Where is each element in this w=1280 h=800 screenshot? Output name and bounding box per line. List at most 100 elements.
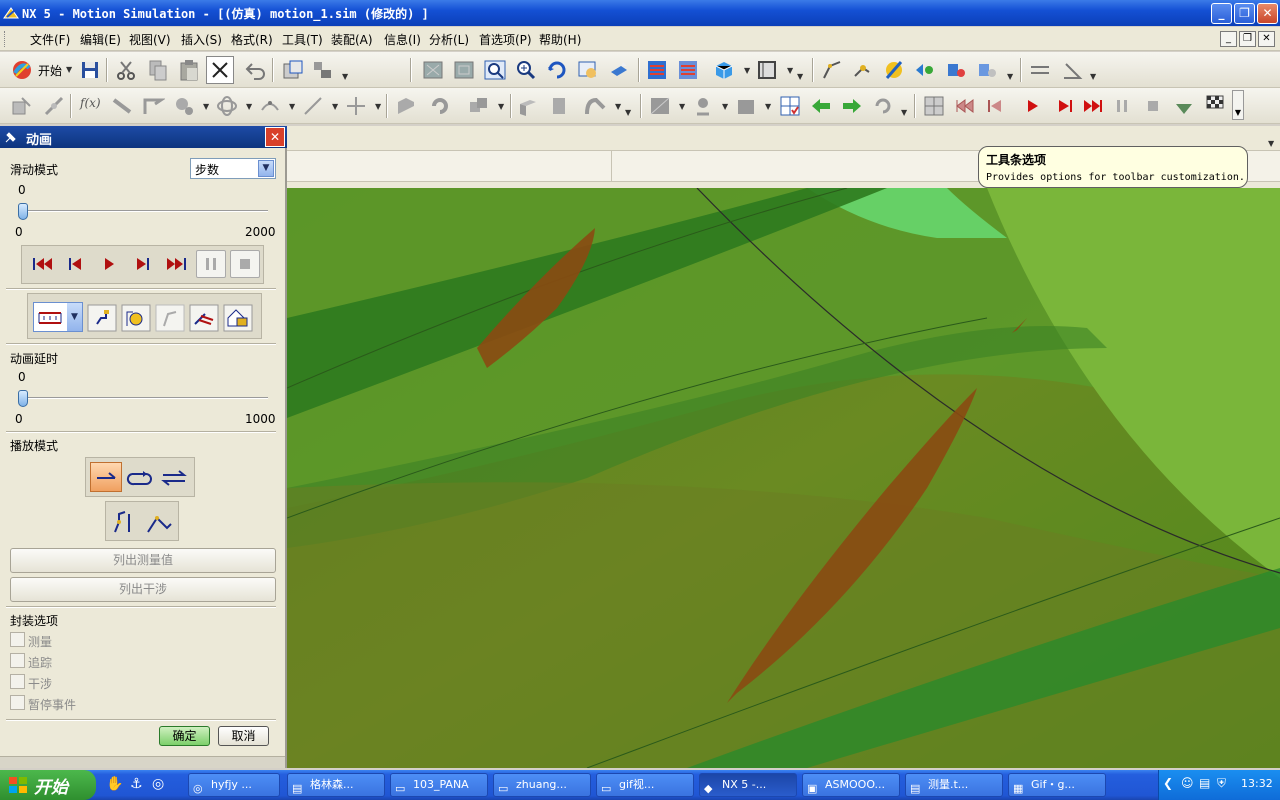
start-button[interactable]: 开始 — [0, 770, 96, 800]
link-icon[interactable] — [42, 94, 66, 118]
revolve-icon[interactable] — [428, 94, 452, 118]
motion-body-icon[interactable] — [820, 58, 844, 82]
task-gelinsen[interactable]: ▤ 格林森... — [287, 773, 385, 797]
quick-launch-icon[interactable]: ⚓ — [130, 776, 143, 792]
list-measurements-button[interactable]: 列出测量值 — [10, 548, 276, 573]
chevron-down-icon[interactable]: ▼ — [722, 102, 728, 111]
solution-icon[interactable] — [975, 58, 999, 82]
task-gif[interactable]: ▦ Gif・g... — [1008, 773, 1106, 797]
object-display-icon[interactable] — [311, 58, 335, 82]
arrow-left-icon[interactable] — [809, 94, 833, 118]
chevron-down-icon[interactable]: ▼ — [67, 303, 82, 331]
play-icon[interactable] — [94, 250, 124, 278]
menu-file[interactable]: 文件(F) — [30, 31, 70, 48]
toolbar-options-button[interactable]: ▼ — [1232, 90, 1244, 120]
task-measure-txt[interactable]: ▤ 测量.t... — [905, 773, 1003, 797]
copy-icon[interactable] — [146, 58, 170, 82]
play-icon[interactable] — [1020, 94, 1044, 118]
design-position-icon[interactable] — [111, 508, 139, 536]
rotate-icon[interactable] — [545, 58, 569, 82]
play-once-button[interactable] — [90, 462, 122, 492]
menu-analysis[interactable]: 分析(L) — [429, 31, 469, 48]
chevron-down-icon[interactable]: ▼ — [797, 72, 803, 81]
paste-icon[interactable] — [177, 58, 201, 82]
menu-insert[interactable]: 插入(S) — [181, 31, 222, 48]
chevron-down-icon[interactable]: ▼ — [342, 72, 348, 81]
menu-view[interactable]: 视图(V) — [129, 31, 171, 48]
slider1-track[interactable] — [20, 210, 268, 212]
environment-icon[interactable] — [10, 94, 34, 118]
point-on-curve-icon[interactable] — [258, 94, 282, 118]
menu-format[interactable]: 格式(R) — [231, 31, 273, 48]
chevron-down-icon[interactable]: ▼ — [765, 102, 771, 111]
interference-icon[interactable] — [121, 304, 151, 332]
step-forward-icon[interactable] — [128, 250, 158, 278]
blend-icon[interactable] — [584, 94, 608, 118]
chevron-down-icon[interactable]: ▼ — [679, 102, 685, 111]
task-zhuang[interactable]: ▭ zhuang... — [493, 773, 591, 797]
chevron-down-icon[interactable]: ▼ — [498, 102, 504, 111]
animation-grid-icon[interactable] — [922, 94, 946, 118]
chevron-down-icon[interactable]: ▼ — [625, 108, 631, 117]
gear-icon[interactable] — [172, 94, 196, 118]
zoom-icon[interactable] — [514, 58, 538, 82]
triangle-down-icon[interactable] — [1172, 96, 1196, 120]
shaded-view-icon[interactable] — [607, 58, 631, 82]
arrow-right-icon[interactable] — [840, 94, 864, 118]
rewind-to-start-icon[interactable] — [27, 250, 57, 278]
list-interference-button[interactable]: 列出干涉 — [10, 577, 276, 602]
mdi-close-button[interactable]: ✕ — [1258, 31, 1275, 47]
measure-angle-icon[interactable] — [1060, 58, 1084, 82]
damper-icon[interactable] — [141, 94, 165, 118]
extrude-icon[interactable] — [394, 94, 418, 118]
chevron-down-icon[interactable]: ▼ — [1007, 72, 1013, 81]
fast-forward-icon[interactable] — [1081, 94, 1105, 118]
undo-icon[interactable] — [244, 58, 268, 82]
trace-checkbox[interactable] — [10, 653, 25, 668]
motion-driver-icon[interactable] — [882, 58, 906, 82]
ie-icon[interactable]: ◎ — [152, 776, 164, 792]
task-asm[interactable]: ▣ ASMOOO... — [802, 773, 900, 797]
pause-event-checkbox[interactable] — [10, 695, 25, 710]
fit-icon[interactable] — [421, 58, 445, 82]
slider2-thumb[interactable] — [18, 390, 28, 407]
measure-event-icon[interactable] — [189, 304, 219, 332]
explode-icon[interactable] — [155, 304, 185, 332]
quick-launch-icon[interactable]: ✋ — [106, 776, 123, 792]
spring-icon[interactable] — [110, 94, 134, 118]
plane-icon[interactable] — [734, 94, 758, 118]
trace-icon[interactable] — [87, 304, 117, 332]
menu-help[interactable]: 帮助(H) — [539, 31, 581, 48]
start-menu-label[interactable]: 开始 — [38, 62, 62, 79]
step-back-icon[interactable] — [60, 250, 90, 278]
slide-mode-select[interactable]: 步数 ▼ — [190, 158, 276, 179]
pin-icon[interactable] — [4, 130, 18, 144]
chevron-down-icon[interactable]: ▼ — [246, 102, 252, 111]
stop-icon[interactable] — [1141, 94, 1165, 118]
pause-button[interactable] — [196, 250, 226, 278]
step-back-icon[interactable] — [983, 94, 1007, 118]
sensor-icon[interactable] — [944, 58, 968, 82]
point-icon[interactable] — [344, 94, 368, 118]
fast-forward-icon[interactable] — [162, 250, 192, 278]
clock[interactable]: 13:32 — [1241, 777, 1273, 790]
chevron-down-icon[interactable]: ▼ — [787, 66, 793, 75]
task-nx5[interactable]: ◆ NX 5 -... — [699, 773, 797, 797]
dialog-close-button[interactable]: ✕ — [265, 127, 285, 147]
line-icon[interactable] — [301, 94, 325, 118]
checkered-flag-icon[interactable] — [1203, 92, 1227, 116]
chevron-down-icon[interactable]: ▼ — [901, 108, 907, 117]
chevron-left-icon[interactable]: ❮ — [1163, 776, 1173, 790]
cancel-button[interactable]: 取消 — [218, 726, 269, 746]
chevron-down-icon[interactable]: ▼ — [1090, 72, 1096, 81]
task-hyfjy[interactable]: ◎ hyfjy ... — [188, 773, 280, 797]
marker-icon[interactable] — [913, 58, 937, 82]
pan-icon[interactable] — [576, 58, 600, 82]
chevron-down-icon[interactable]: ▼ — [258, 160, 274, 177]
save-icon[interactable] — [78, 58, 102, 82]
chevron-down-icon[interactable]: ▼ — [375, 102, 381, 111]
measure-dropdown[interactable]: ▼ — [33, 302, 83, 332]
menu-edit[interactable]: 编辑(E) — [80, 31, 121, 48]
joint-icon[interactable] — [851, 58, 875, 82]
ok-button[interactable]: 确定 — [159, 726, 210, 746]
